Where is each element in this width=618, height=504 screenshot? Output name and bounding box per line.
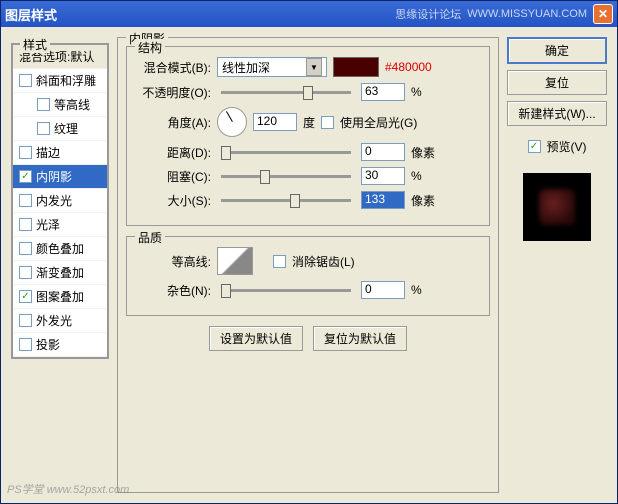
blend-mode-label: 混合模式(B): xyxy=(135,59,211,76)
blend-mode-select[interactable]: 线性加深 ▼ xyxy=(217,57,327,77)
style-checkbox[interactable] xyxy=(37,98,50,111)
style-checkbox[interactable] xyxy=(37,122,50,135)
style-item-label: 描边 xyxy=(36,144,60,161)
distance-input[interactable]: 0 xyxy=(361,143,405,161)
layer-style-dialog: 图层样式 思缘设计论坛 WWW.MISSYUAN.COM ✕ 样式 混合选项:默… xyxy=(0,0,618,504)
style-checkbox[interactable] xyxy=(19,338,32,351)
style-item-label: 光泽 xyxy=(36,216,60,233)
structure-label: 结构 xyxy=(135,39,165,56)
color-hex: #480000 xyxy=(385,60,432,74)
style-item-0[interactable]: 斜面和浮雕 xyxy=(13,69,107,93)
style-item-2[interactable]: 纹理 xyxy=(13,117,107,141)
style-checkbox[interactable] xyxy=(19,74,32,87)
size-slider[interactable] xyxy=(221,199,351,202)
size-input[interactable]: 133 xyxy=(361,191,405,209)
style-item-label: 斜面和浮雕 xyxy=(36,72,96,89)
site-name: 思缘设计论坛 xyxy=(395,6,461,22)
distance-label: 距离(D): xyxy=(135,144,211,161)
style-item-label: 内发光 xyxy=(36,192,72,209)
angle-dial[interactable] xyxy=(217,107,247,137)
opacity-label: 不透明度(O): xyxy=(135,84,211,101)
close-button[interactable]: ✕ xyxy=(593,4,613,24)
window-title: 图层样式 xyxy=(5,5,395,24)
chevron-down-icon: ▼ xyxy=(306,58,322,76)
distance-slider[interactable] xyxy=(221,151,351,154)
cancel-button[interactable]: 复位 xyxy=(507,70,607,95)
style-checkbox[interactable] xyxy=(19,194,32,207)
opacity-slider[interactable] xyxy=(221,91,351,94)
style-checkbox[interactable] xyxy=(19,314,32,327)
size-label: 大小(S): xyxy=(135,192,211,209)
style-item-label: 内阴影 xyxy=(36,168,72,185)
global-light-checkbox[interactable] xyxy=(321,116,334,129)
style-item-11[interactable]: 投影 xyxy=(13,333,107,357)
style-item-label: 图案叠加 xyxy=(36,288,84,305)
style-item-8[interactable]: 渐变叠加 xyxy=(13,261,107,285)
angle-input[interactable]: 120 xyxy=(253,113,297,131)
preview-checkbox[interactable]: ✓ xyxy=(528,140,541,153)
color-swatch[interactable] xyxy=(333,57,379,77)
global-light-label: 使用全局光(G) xyxy=(340,114,417,131)
style-checkbox[interactable]: ✓ xyxy=(19,170,32,183)
style-item-10[interactable]: 外发光 xyxy=(13,309,107,333)
style-checkbox[interactable] xyxy=(19,146,32,159)
style-item-label: 颜色叠加 xyxy=(36,240,84,257)
choke-label: 阻塞(C): xyxy=(135,168,211,185)
choke-slider[interactable] xyxy=(221,175,351,178)
style-item-4[interactable]: ✓ 内阴影 xyxy=(13,165,107,189)
style-item-label: 外发光 xyxy=(36,312,72,329)
contour-picker[interactable] xyxy=(217,247,253,275)
style-item-9[interactable]: ✓ 图案叠加 xyxy=(13,285,107,309)
choke-input[interactable]: 30 xyxy=(361,167,405,185)
reset-default-button[interactable]: 复位为默认值 xyxy=(313,326,407,351)
styles-label: 样式 xyxy=(20,36,50,53)
style-item-3[interactable]: 描边 xyxy=(13,141,107,165)
style-list: 混合选项:默认 斜面和浮雕等高线纹理描边✓内阴影内发光光泽颜色叠加渐变叠加✓图案… xyxy=(12,44,108,358)
style-checkbox[interactable] xyxy=(19,218,32,231)
style-item-label: 渐变叠加 xyxy=(36,264,84,281)
style-checkbox[interactable] xyxy=(19,266,32,279)
style-item-label: 纹理 xyxy=(54,120,78,137)
noise-input[interactable]: 0 xyxy=(361,281,405,299)
style-item-5[interactable]: 内发光 xyxy=(13,189,107,213)
style-item-6[interactable]: 光泽 xyxy=(13,213,107,237)
style-item-label: 等高线 xyxy=(54,96,90,113)
noise-slider[interactable] xyxy=(221,289,351,292)
style-checkbox[interactable] xyxy=(19,242,32,255)
opacity-input[interactable]: 63 xyxy=(361,83,405,101)
site-url: WWW.MISSYUAN.COM xyxy=(467,8,587,20)
preview-label: 预览(V) xyxy=(547,138,587,155)
antialias-checkbox[interactable] xyxy=(273,255,286,268)
style-item-1[interactable]: 等高线 xyxy=(13,93,107,117)
style-item-label: 投影 xyxy=(36,336,60,353)
antialias-label: 消除锯齿(L) xyxy=(292,253,355,270)
contour-label: 等高线: xyxy=(135,253,211,270)
noise-label: 杂色(N): xyxy=(135,282,211,299)
quality-label: 品质 xyxy=(135,229,165,246)
new-style-button[interactable]: 新建样式(W)... xyxy=(507,101,607,126)
watermark: PS学堂 www.52psxt.com xyxy=(7,481,129,497)
titlebar[interactable]: 图层样式 思缘设计论坛 WWW.MISSYUAN.COM ✕ xyxy=(1,1,617,27)
angle-label: 角度(A): xyxy=(135,114,211,131)
style-checkbox[interactable]: ✓ xyxy=(19,290,32,303)
ok-button[interactable]: 确定 xyxy=(507,37,607,64)
style-item-7[interactable]: 颜色叠加 xyxy=(13,237,107,261)
preview-thumbnail xyxy=(523,173,591,241)
make-default-button[interactable]: 设置为默认值 xyxy=(209,326,303,351)
